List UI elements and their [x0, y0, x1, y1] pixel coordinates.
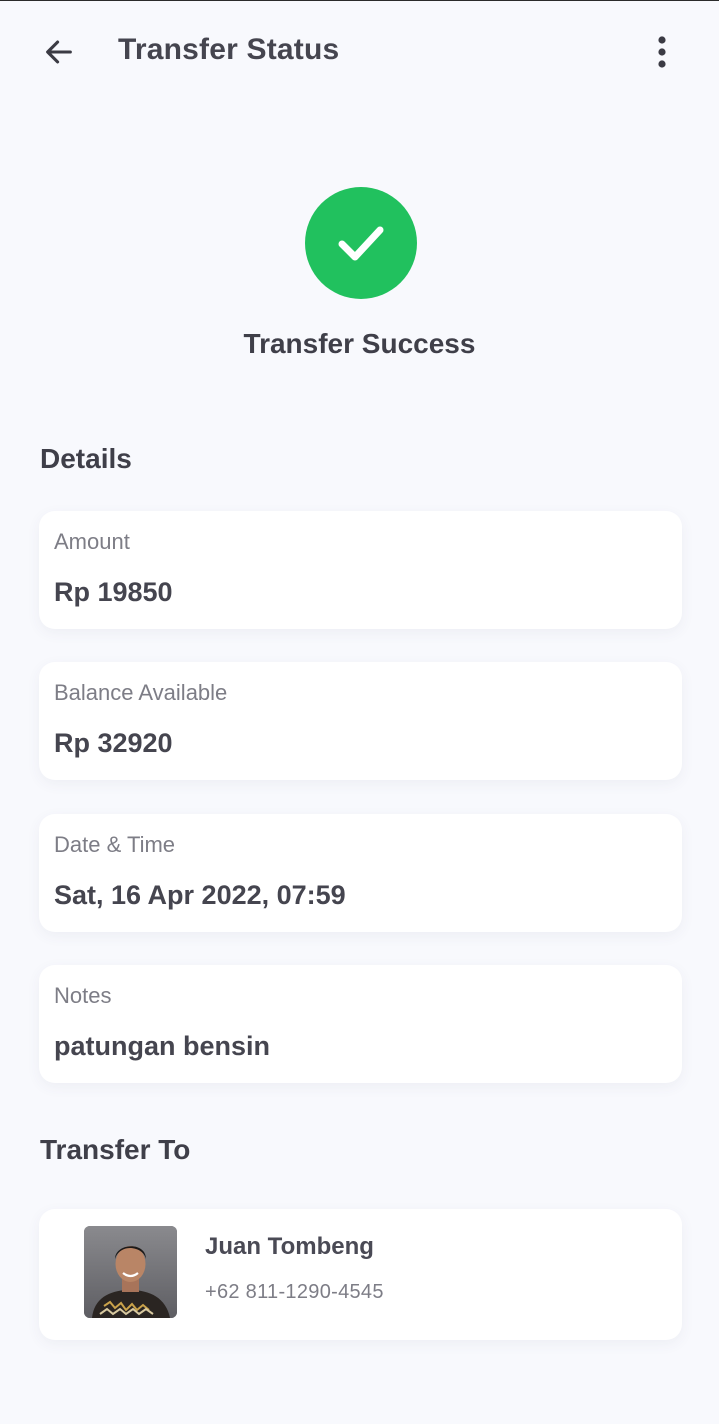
more-vertical-icon: [658, 36, 666, 68]
success-status-badge: [305, 187, 417, 299]
back-button[interactable]: [36, 30, 82, 74]
detail-label: Amount: [54, 529, 130, 554]
detail-value: Sat, 16 Apr 2022, 07:59: [54, 880, 346, 910]
avatar: [84, 1226, 177, 1318]
arrow-left-icon: [46, 40, 72, 64]
more-options-button[interactable]: [644, 28, 680, 76]
detail-card-notes: Notes patungan bensin: [39, 965, 682, 1083]
status-text: Transfer Success: [243, 328, 476, 359]
check-icon: [338, 226, 384, 261]
transfer-to-heading: Transfer To: [40, 1134, 191, 1165]
detail-card-amount: Amount Rp 19850: [39, 511, 682, 629]
recipient-phone: +62 811-1290-4545: [205, 1281, 384, 1303]
recipient-card[interactable]: Juan Tombeng +62 811-1290-4545: [39, 1209, 682, 1340]
detail-label: Notes: [54, 983, 112, 1008]
detail-card-balance: Balance Available Rp 32920: [39, 662, 682, 780]
page-title: Transfer Status: [118, 33, 340, 66]
detail-value: Rp 32920: [54, 728, 173, 758]
detail-value: Rp 19850: [54, 577, 173, 607]
detail-label: Date & Time: [54, 832, 176, 857]
detail-card-datetime: Date & Time Sat, 16 Apr 2022, 07:59: [39, 814, 682, 932]
recipient-name: Juan Tombeng: [205, 1233, 374, 1260]
app-header: Transfer Status: [0, 0, 719, 104]
detail-value: patungan bensin: [54, 1031, 270, 1061]
detail-label: Balance Available: [54, 680, 228, 705]
details-heading: Details: [40, 443, 132, 474]
